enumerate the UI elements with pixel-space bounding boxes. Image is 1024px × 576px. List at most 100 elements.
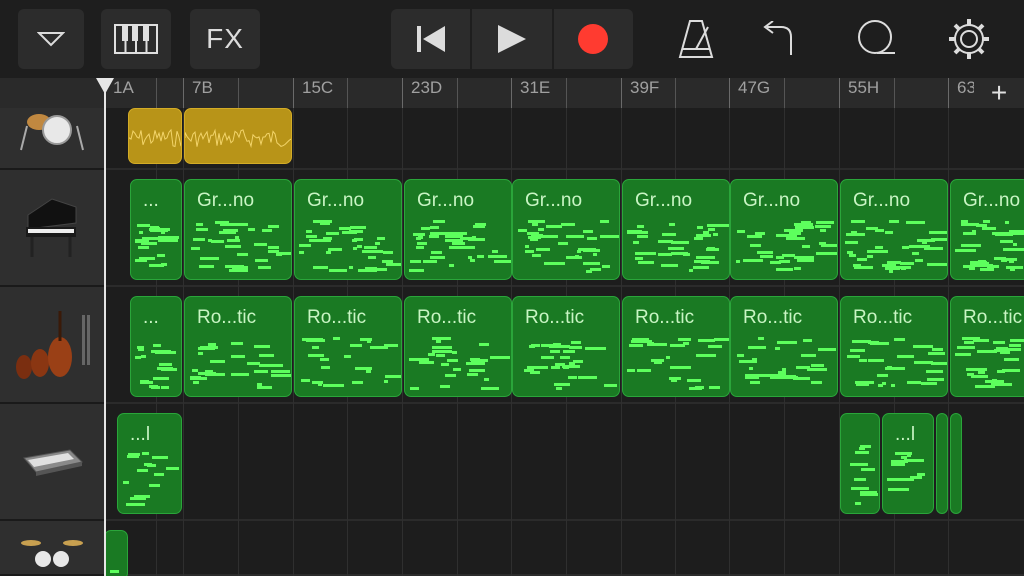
- midi-region[interactable]: Ro...tic: [622, 296, 730, 397]
- midi-note: [587, 237, 597, 240]
- midi-note: [141, 355, 146, 358]
- track-header-keyboard[interactable]: [0, 404, 104, 521]
- midi-region[interactable]: [950, 413, 962, 514]
- ruler-tick: [675, 78, 676, 108]
- playhead-handle[interactable]: [96, 78, 114, 94]
- midi-note: [891, 384, 895, 387]
- midi-note: [894, 338, 905, 341]
- go-to-beginning-button[interactable]: [391, 9, 473, 69]
- region-name: Ro...tic: [307, 307, 367, 328]
- midi-note: [912, 252, 919, 255]
- midi-region[interactable]: [936, 413, 948, 514]
- midi-note: [130, 497, 146, 500]
- midi-region[interactable]: Ro...tic: [184, 296, 292, 397]
- midi-region[interactable]: [840, 413, 880, 514]
- tracks-timeline[interactable]: ... Gr...no Gr...no Gr...no Gr...no Gr...no Gr…: [104, 108, 1024, 576]
- undo-button[interactable]: [753, 14, 803, 64]
- midi-note: [671, 379, 677, 382]
- midi-note: [428, 353, 435, 356]
- midi-region[interactable]: ...l: [117, 413, 182, 514]
- fx-button[interactable]: FX: [190, 9, 260, 69]
- play-button[interactable]: [472, 9, 554, 69]
- timeline-ruler[interactable]: 1A 7B 15C 23D 31E 39F 47G 55H 63: [0, 78, 1024, 108]
- midi-note: [637, 225, 644, 228]
- midi-region[interactable]: ...l: [882, 413, 934, 514]
- midi-region[interactable]: Gr...no: [622, 179, 730, 280]
- audio-region[interactable]: [128, 108, 182, 164]
- midi-note: [927, 378, 944, 381]
- track-header-strings[interactable]: [0, 287, 104, 404]
- midi-note: [627, 369, 635, 372]
- midi-region[interactable]: Gr...no: [184, 179, 292, 280]
- midi-note: [409, 269, 424, 272]
- midi-note: [1009, 260, 1014, 263]
- piano-keyboard-icon: [114, 24, 158, 54]
- record-button[interactable]: [554, 9, 633, 69]
- midi-note: [311, 239, 331, 242]
- midi-note: [637, 235, 648, 238]
- midi-region[interactable]: Ro...tic: [840, 296, 948, 397]
- midi-note: [745, 376, 759, 379]
- midi-region[interactable]: Ro...tic: [404, 296, 512, 397]
- midi-note: [794, 223, 813, 226]
- midi-note: [329, 269, 347, 272]
- track-header-drums-2[interactable]: [0, 521, 104, 576]
- my-songs-dropdown-button[interactable]: [18, 9, 84, 69]
- midi-note: [845, 241, 858, 244]
- region-name: Ro...tic: [417, 307, 477, 328]
- midi-region[interactable]: Gr...no: [294, 179, 402, 280]
- midi-region[interactable]: Gr...no: [730, 179, 838, 280]
- region-name: Ro...tic: [963, 307, 1023, 328]
- midi-note: [931, 362, 947, 365]
- midi-note: [860, 445, 871, 448]
- midi-note: [453, 368, 461, 371]
- midi-note: [662, 233, 676, 236]
- midi-note: [963, 232, 976, 235]
- midi-region[interactable]: ...: [130, 179, 182, 280]
- midi-note: [419, 361, 434, 364]
- midi-region[interactable]: Gr...no: [840, 179, 948, 280]
- midi-note: [855, 451, 869, 454]
- midi-note: [755, 232, 765, 235]
- ruler-marker: 55H: [839, 78, 879, 108]
- region-name: Gr...no: [525, 190, 583, 211]
- midi-region[interactable]: Gr...no: [404, 179, 512, 280]
- midi-region[interactable]: Ro...tic: [950, 296, 1024, 397]
- browser-instruments-button[interactable]: [101, 9, 171, 69]
- midi-note: [479, 343, 489, 346]
- midi-note: [318, 383, 322, 386]
- track-header-drums[interactable]: [0, 108, 104, 170]
- midi-note: [566, 235, 584, 238]
- midi-region[interactable]: Gr...no: [950, 179, 1024, 280]
- midi-note: [698, 339, 715, 342]
- midi-region[interactable]: Gr...no: [512, 179, 620, 280]
- midi-note: [957, 353, 969, 356]
- loop-browser-button[interactable]: [850, 14, 900, 64]
- midi-note: [490, 356, 510, 359]
- midi-region[interactable]: Ro...tic: [730, 296, 838, 397]
- midi-region[interactable]: [104, 530, 128, 576]
- settings-button[interactable]: [944, 14, 994, 64]
- midi-note: [696, 256, 715, 259]
- audio-region[interactable]: [184, 108, 292, 164]
- midi-note: [578, 376, 597, 379]
- midi-region[interactable]: Ro...tic: [512, 296, 620, 397]
- playhead-line[interactable]: [104, 78, 106, 576]
- metronome-button[interactable]: [671, 14, 721, 64]
- ruler-tick: [347, 78, 348, 108]
- add-section-button[interactable]: +: [974, 78, 1024, 108]
- midi-note: [860, 491, 877, 494]
- midi-region[interactable]: ...: [130, 296, 182, 397]
- midi-note: [887, 261, 901, 264]
- midi-region[interactable]: Ro...tic: [294, 296, 402, 397]
- midi-note: [994, 257, 999, 260]
- midi-note: [875, 246, 883, 249]
- region-name: Gr...no: [307, 190, 365, 211]
- midi-note: [349, 266, 353, 269]
- midi-note: [739, 360, 757, 363]
- midi-note: [430, 256, 445, 259]
- record-icon: [578, 24, 609, 54]
- track-header-piano[interactable]: [0, 170, 104, 287]
- track-lane-drums-2[interactable]: [104, 521, 1024, 576]
- midi-note: [144, 463, 152, 466]
